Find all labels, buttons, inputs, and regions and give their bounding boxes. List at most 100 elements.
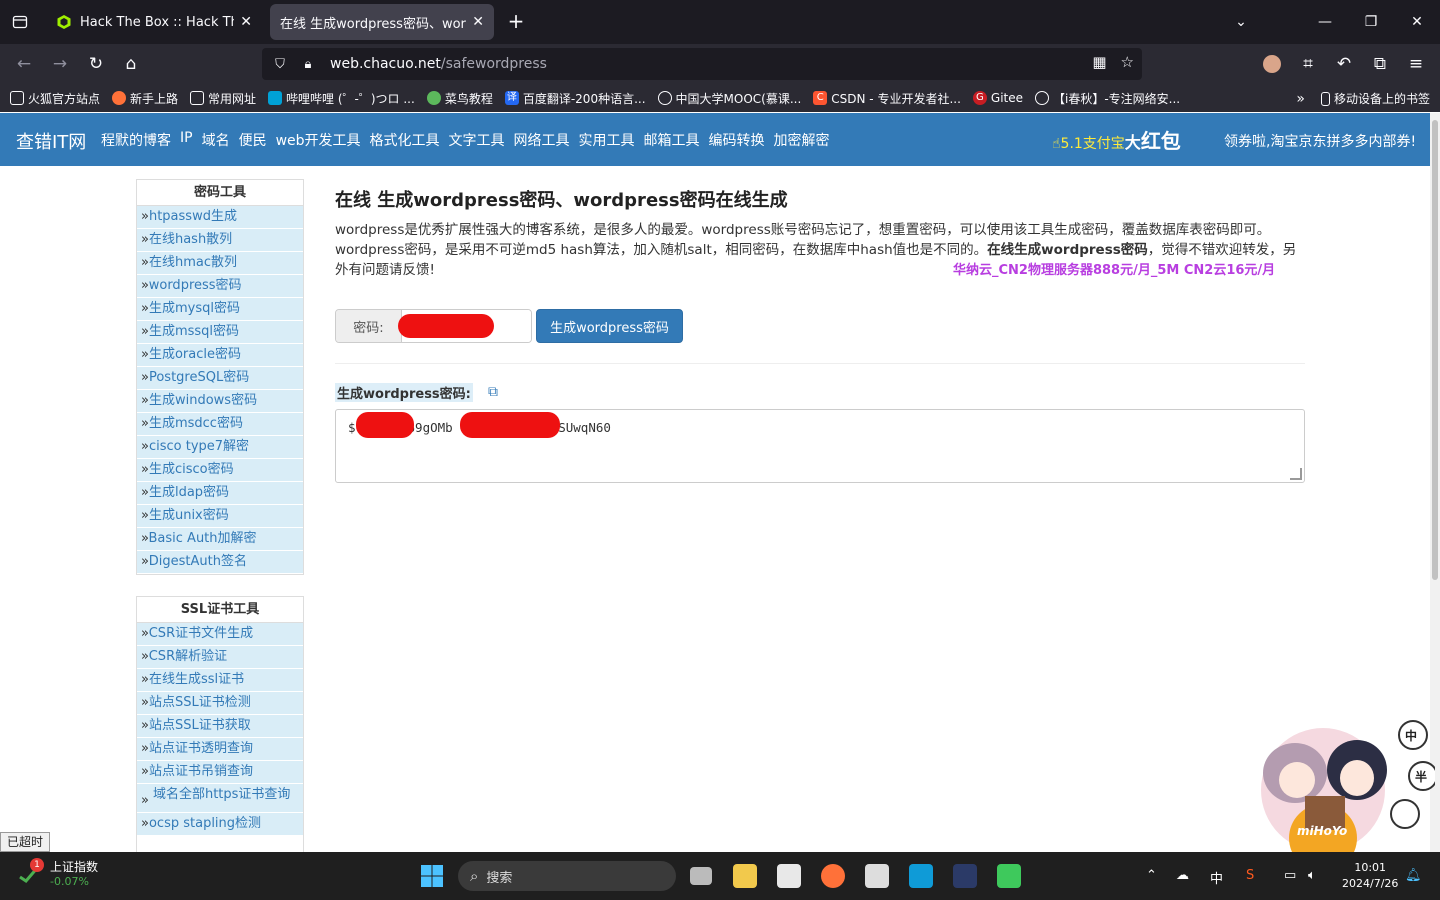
url-bar[interactable]: ⛉ 🔒︎ web.chacuo.net/safewordpress ▦ ☆ <box>262 48 1142 80</box>
bookmark-item[interactable]: G Gitee <box>972 91 1023 105</box>
more-bookmarks-icon[interactable]: » <box>1296 91 1305 107</box>
nav-link[interactable]: 程默的博客 <box>101 130 171 150</box>
sidebar-link[interactable]: »生成cisco密码 <box>137 459 303 482</box>
generate-button[interactable]: 生成wordpress密码 <box>536 309 683 343</box>
undo-icon[interactable]: ↶ <box>1330 50 1358 78</box>
nav-link[interactable]: 便民 <box>239 130 267 150</box>
nav-link[interactable]: IP <box>180 130 193 150</box>
mobile-bookmarks[interactable]: 移动设备上的书签 <box>1320 90 1430 107</box>
alipay-promo[interactable]: ☝5.1支付宝大红包 <box>1052 125 1181 154</box>
back-icon[interactable]: ← <box>10 50 38 78</box>
nav-link[interactable]: 格式化工具 <box>370 130 440 150</box>
nav-link[interactable]: 文字工具 <box>449 130 505 150</box>
sogou-icon[interactable]: S <box>1246 868 1254 883</box>
lock-icon[interactable]: 🔒︎ <box>298 57 318 72</box>
network-icon[interactable]: ▭ <box>1284 868 1296 883</box>
cat-app-icon[interactable] <box>953 864 977 888</box>
forward-icon[interactable]: → <box>46 50 74 78</box>
minimize-icon[interactable]: — <box>1302 0 1348 44</box>
page-scrollbar-thumb[interactable] <box>1432 120 1438 580</box>
restore-icon[interactable]: ❐ <box>1348 0 1394 44</box>
nav-link[interactable]: 域名 <box>202 130 230 150</box>
close-window-icon[interactable]: ✕ <box>1394 0 1440 44</box>
nav-link[interactable]: 编码转换 <box>709 130 765 150</box>
clock[interactable]: 10:01 2024/7/26 <box>1342 860 1398 892</box>
bookmark-item[interactable]: 火狐官方站点 <box>10 90 100 107</box>
bookmark-item[interactable]: 中国大学MOOC(慕课... <box>657 90 801 107</box>
green-app-icon[interactable] <box>997 864 1021 888</box>
new-tab-button[interactable]: + <box>504 10 528 34</box>
close-tab-icon[interactable]: ✕ <box>240 14 252 30</box>
site-logo[interactable]: 查错IT网 <box>16 128 86 154</box>
firefox-icon[interactable] <box>821 864 845 888</box>
sidebar-link[interactable]: »站点证书透明查询 <box>137 738 303 761</box>
sidebar-link[interactable]: »PostgreSQL密码 <box>137 367 303 390</box>
url-text[interactable]: web.chacuo.net/safewordpress <box>330 56 547 72</box>
sidebar-link[interactable]: »站点证书吊销查询 <box>137 761 303 784</box>
tab-list-icon[interactable] <box>8 10 32 34</box>
screenshot-crop-icon[interactable]: ⌗ <box>1294 50 1322 78</box>
bookmark-item[interactable]: 常用网址 <box>190 90 256 107</box>
bookmark-star-icon[interactable]: ☆ <box>1121 53 1134 71</box>
sidebar-link[interactable]: »在线hmac散列 <box>137 252 303 275</box>
sidebar-link[interactable]: »生成unix密码 <box>137 505 303 528</box>
sidebar-link[interactable]: »CSR证书文件生成 <box>137 623 303 646</box>
sidebar-link[interactable]: » 域名全部https证书查询 <box>137 784 303 813</box>
snipping-tool-icon[interactable] <box>865 864 889 888</box>
tab-hackthebox[interactable]: Hack The Box :: Hack The Box ✕ <box>46 4 262 40</box>
show-hidden-icons[interactable]: ⌃ <box>1146 868 1157 883</box>
ad-link[interactable]: 华纳云_CN2物理服务器888元/月_5M CN2云16元/月 <box>953 259 1275 278</box>
file-explorer-icon[interactable] <box>733 864 757 888</box>
account-avatar-icon[interactable] <box>1258 50 1286 78</box>
sidebar-link[interactable]: »在线hash散列 <box>137 229 303 252</box>
sidebar-link[interactable]: »wordpress密码 <box>137 275 303 298</box>
sidebar-link[interactable]: »生成ldap密码 <box>137 482 303 505</box>
sidebar-link[interactable]: »站点SSL证书检测 <box>137 692 303 715</box>
close-tab-icon[interactable]: ✕ <box>472 14 484 30</box>
tab-chacuo[interactable]: 在线 生成wordpress密码、wordpre ✕ <box>270 4 494 40</box>
mihoyo-mascot[interactable]: miHoYo 中 半 <box>1245 718 1438 872</box>
resize-grip-icon[interactable] <box>1290 468 1302 480</box>
task-view-icon[interactable] <box>690 867 712 885</box>
nav-link[interactable]: 网络工具 <box>514 130 570 150</box>
extensions-icon[interactable]: ⧉ <box>1366 50 1394 78</box>
bookmark-item[interactable]: 哔哩哔哩 (゜-゜)つロ ... <box>268 90 415 107</box>
nav-link[interactable]: 加密解密 <box>774 130 830 150</box>
onedrive-icon[interactable]: ☁ <box>1176 868 1189 883</box>
vmware-icon[interactable] <box>909 864 933 888</box>
sidebar-link[interactable]: »htpasswd生成 <box>137 206 303 229</box>
sidebar-link[interactable]: »CSR解析验证 <box>137 646 303 669</box>
ime-indicator[interactable]: 中 <box>1210 868 1223 887</box>
password-input[interactable] <box>398 310 531 342</box>
copy-icon[interactable]: ⧉ <box>488 384 498 400</box>
coupon-link[interactable]: 领券啦,淘宝京东拼多多内部券! <box>1224 131 1416 151</box>
sidebar-link[interactable]: »生成oracle密码 <box>137 344 303 367</box>
result-textarea[interactable]: $69gOMb lSUwqN60 <box>335 409 1305 483</box>
sidebar-link[interactable]: »ocsp stapling检测 <box>137 813 303 836</box>
menu-icon[interactable]: ≡ <box>1402 50 1430 78</box>
sidebar-link[interactable]: »生成mysql密码 <box>137 298 303 321</box>
list-all-tabs-icon[interactable]: ⌄ <box>1218 0 1264 44</box>
sidebar-link[interactable]: »Basic Auth加解密 <box>137 528 303 551</box>
notification-bell-icon[interactable]: 🔔︎ <box>1405 868 1422 883</box>
sidebar-link[interactable]: »生成windows密码 <box>137 390 303 413</box>
home-icon[interactable]: ⌂ <box>117 50 145 78</box>
bookmark-item[interactable]: C CSDN - 专业开发者社... <box>813 90 961 107</box>
nav-link[interactable]: 实用工具 <box>579 130 635 150</box>
volume-icon[interactable]: 🔈︎ <box>1308 868 1316 883</box>
bookmark-item[interactable]: 译百度翻译-200种语言... <box>504 90 646 107</box>
bookmark-item[interactable]: 【i春秋】-专注网络安... <box>1035 90 1180 107</box>
windows-start-icon[interactable] <box>420 864 444 888</box>
sidebar-link[interactable]: »站点SSL证书获取 <box>137 715 303 738</box>
bookmark-item[interactable]: 菜鸟教程 <box>426 90 493 107</box>
store-icon[interactable] <box>777 864 801 888</box>
nav-link[interactable]: 邮箱工具 <box>644 130 700 150</box>
sidebar-link[interactable]: »cisco type7解密 <box>137 436 303 459</box>
qr-code-icon[interactable]: ▦ <box>1092 53 1106 71</box>
nav-link[interactable]: web开发工具 <box>276 130 361 150</box>
sidebar-link[interactable]: »DigestAuth签名 <box>137 551 303 574</box>
reload-icon[interactable]: ↻ <box>82 50 110 78</box>
sidebar-link[interactable]: »生成msdcc密码 <box>137 413 303 436</box>
taskbar-search[interactable]: ⌕ 搜索 <box>458 861 676 891</box>
bookmark-item[interactable]: 新手上路 <box>112 90 178 107</box>
